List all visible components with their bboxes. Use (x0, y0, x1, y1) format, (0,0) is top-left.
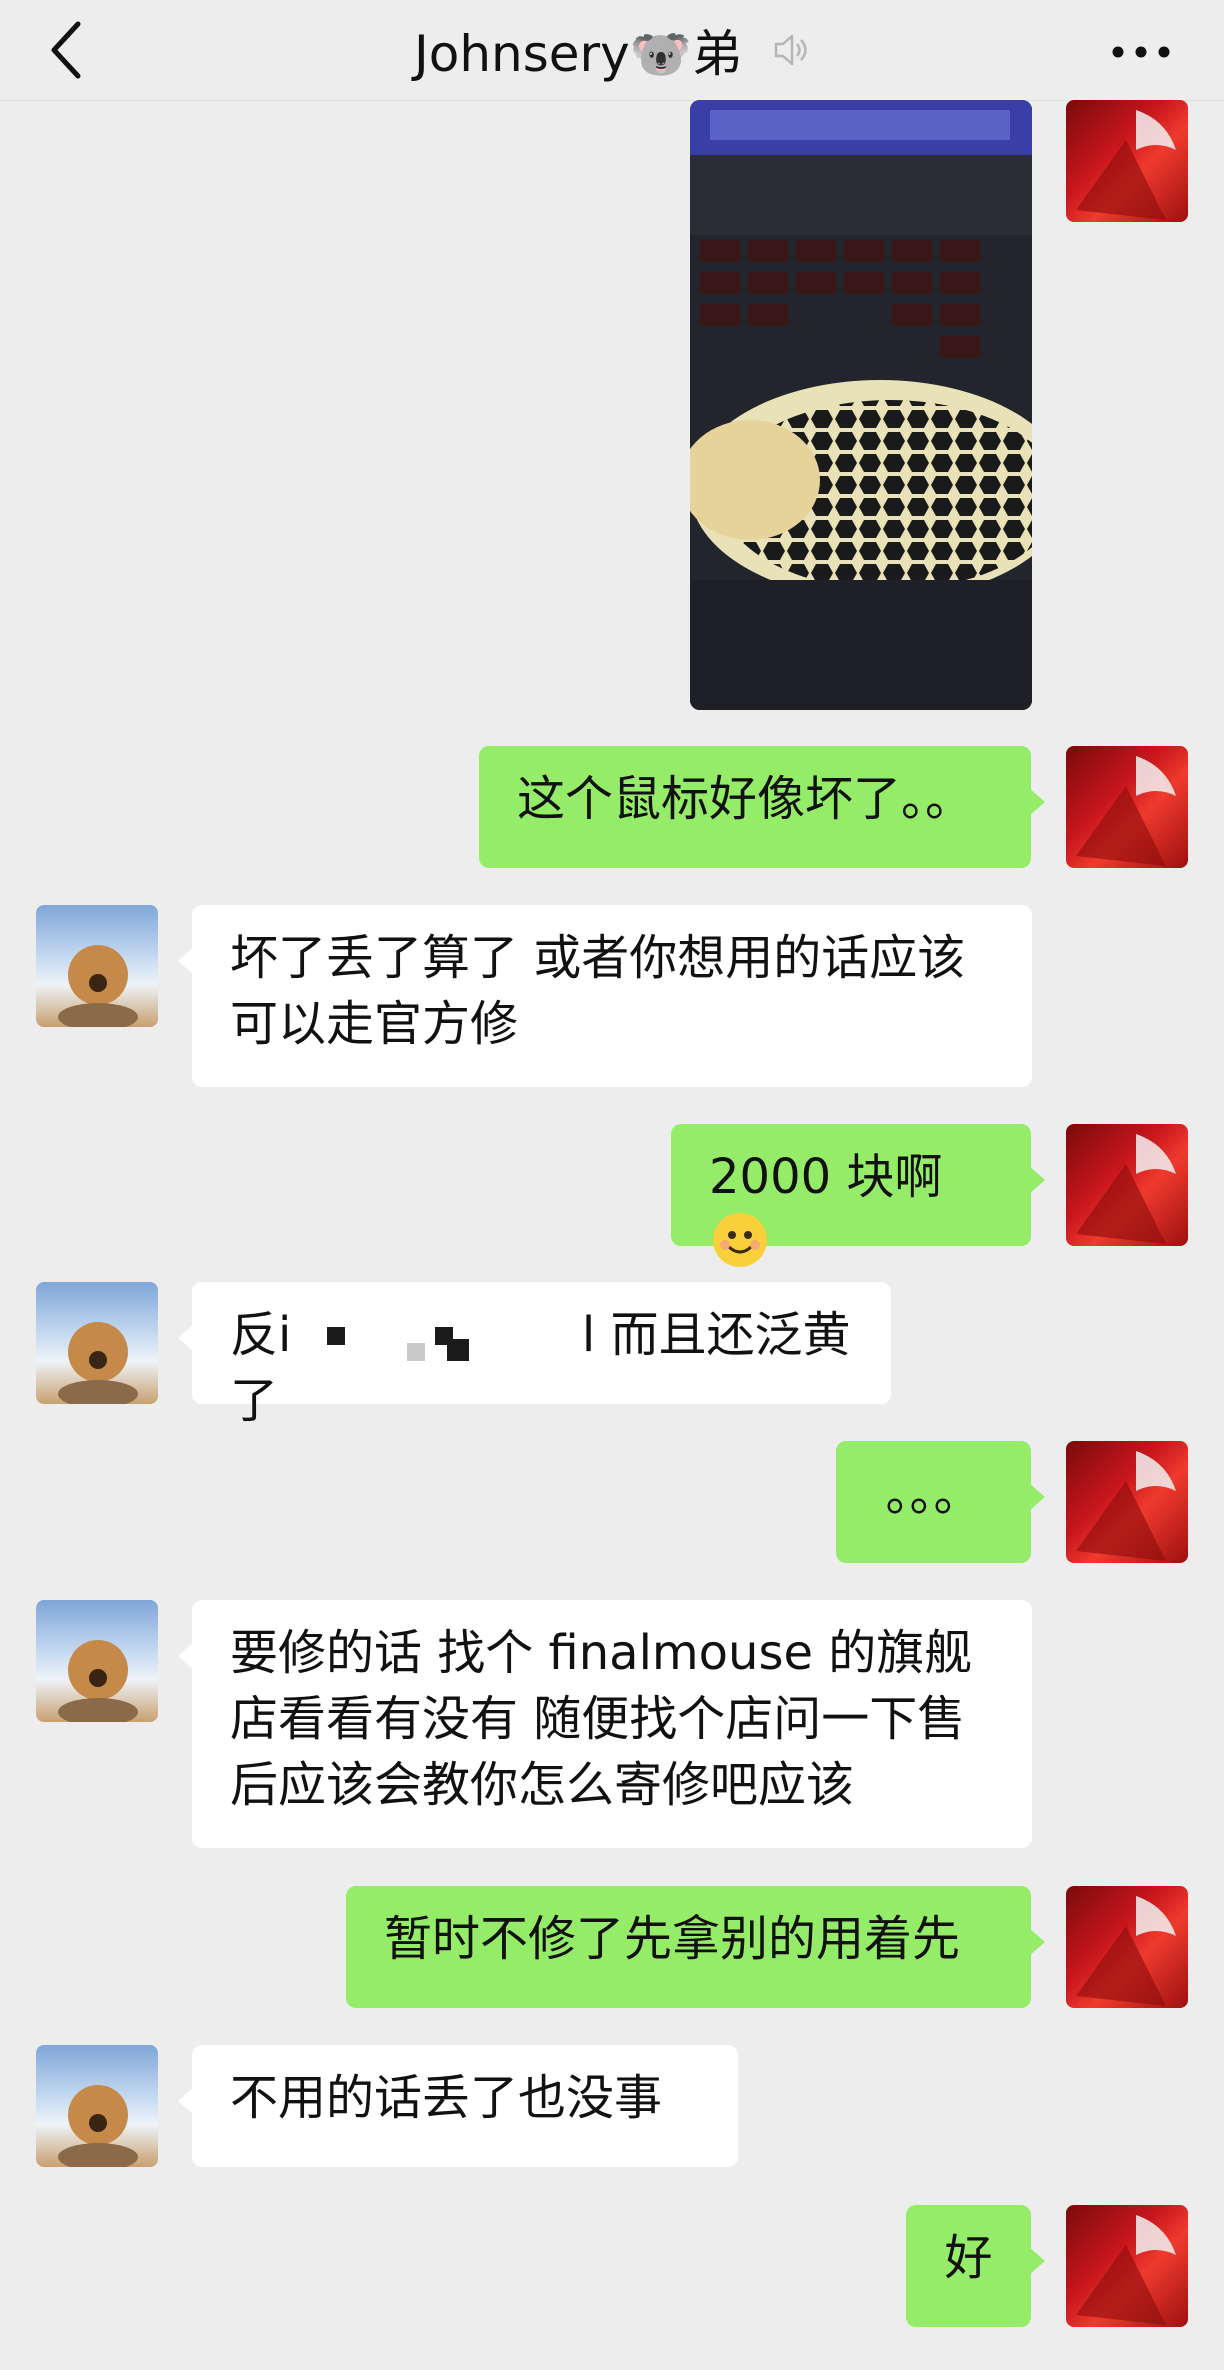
my-avatar[interactable] (1066, 746, 1188, 868)
friend-avatar[interactable] (36, 1282, 158, 1404)
message-bubble[interactable]: 。。。 (836, 1441, 1045, 1563)
friend-avatar[interactable] (36, 1600, 158, 1722)
my-avatar[interactable] (1066, 1124, 1188, 1246)
message-text: 反i (230, 1307, 292, 1363)
redacted-mosaic (307, 1309, 567, 1361)
my-avatar[interactable] (1066, 1441, 1188, 1563)
chevron-left-icon (51, 21, 81, 79)
mouse-photo (690, 100, 1032, 710)
message-bubble[interactable]: 2000 块啊 (671, 1124, 1045, 1267)
message-text-line: 坏了丢了算了 或者你想用的话应该 (230, 930, 966, 986)
message-bubble[interactable]: 好 (906, 2205, 1045, 2327)
message-bubble[interactable]: 要修的话 找个 finalmouse 的旗舰 店看看有没有 随便找个店问一下售 … (178, 1600, 1032, 1848)
message-text-line: 店看看有没有 随便找个店问一下售 (230, 1691, 966, 1747)
smiling-face-icon (713, 1213, 767, 1267)
message-bubble[interactable]: 这个鼠标好像坏了。。 (479, 746, 1045, 868)
message-text: 暂时不修了先拿别的用着先 (384, 1911, 961, 1967)
more-button[interactable] (1108, 22, 1174, 82)
more-dots-icon (1112, 46, 1170, 58)
friend-avatar[interactable] (36, 2045, 158, 2167)
my-avatar[interactable] (1066, 100, 1188, 222)
message-bubble[interactable]: 坏了丢了算了 或者你想用的话应该 可以走官方修 (178, 905, 1032, 1087)
message-text: 这个鼠标好像坏了。。 (517, 771, 974, 827)
my-avatar[interactable] (1066, 2205, 1188, 2327)
message-bubble[interactable]: 暂时不修了先拿别的用着先 (346, 1886, 1045, 2008)
message-text: 不用的话丢了也没事 (230, 2070, 663, 2126)
message-bubble[interactable]: 反i l 而且还泛黄了 (178, 1282, 891, 1429)
message-bubble[interactable]: 不用的话丢了也没事 (178, 2045, 738, 2167)
message-text: 好 (944, 2230, 993, 2286)
mouse-photo-message[interactable] (690, 100, 1032, 710)
message-text-line: 可以走官方修 (230, 996, 519, 1052)
friend-avatar[interactable] (36, 905, 158, 1027)
message-text: 2000 块啊 (709, 1149, 943, 1205)
back-button[interactable] (40, 18, 100, 82)
my-avatar[interactable] (1066, 1886, 1188, 2008)
message-text-line: 后应该会教你怎么寄修吧应该 (230, 1757, 855, 1813)
chat-header: Johnsery🐨弟 (0, 0, 1224, 101)
chat-title[interactable]: Johnsery🐨弟 (414, 14, 742, 86)
message-text: 。。。 (885, 1466, 982, 1522)
speaker-muted-icon (774, 34, 807, 66)
message-text-line: 要修的话 找个 finalmouse 的旗舰 (230, 1625, 973, 1681)
